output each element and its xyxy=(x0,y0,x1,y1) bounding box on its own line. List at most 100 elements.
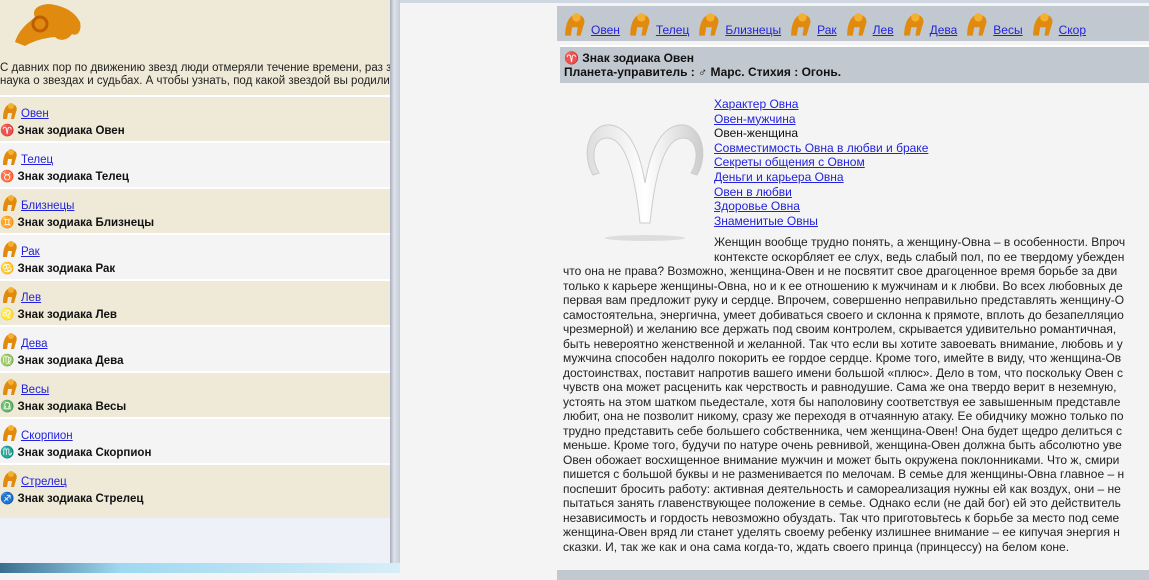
sign-link[interactable]: Телец xyxy=(21,154,53,166)
left-window: С давних пор по движению звезд люди отме… xyxy=(0,0,390,563)
sign-label: ♉ Знак зодиака Телец xyxy=(0,171,129,183)
article-link[interactable]: Совместимость Овна в любви и браке xyxy=(714,141,928,155)
nav-link[interactable]: Близнецы xyxy=(725,23,781,37)
nav-link[interactable]: Весы xyxy=(993,23,1022,37)
zodiac-sign-icon[interactable] xyxy=(787,9,815,37)
sign-label: ♋ Знак зодиака Рак xyxy=(0,263,116,275)
aries-symbol-icon xyxy=(586,124,704,241)
sign-label: ♐ Знак зодиака Стрелец xyxy=(0,493,144,505)
nav-item-6[interactable]: Весы xyxy=(963,9,1023,37)
article-text: Женщин вообще трудно понять, а женщину-О… xyxy=(563,235,1149,554)
text-line: поспешит бросить работу: активная деятел… xyxy=(563,481,1121,496)
sign-title-box: ♈ Знак зодиака Овен Планета-управитель :… xyxy=(560,45,1149,83)
text-line: самостоятельна, энергична, умеет добиват… xyxy=(563,307,1124,322)
sign-link[interactable]: Овен xyxy=(21,108,49,120)
sign-row-4: Лев ♌ Знак зодиака Лев xyxy=(0,279,390,325)
sign-link[interactable]: Лев xyxy=(21,292,41,304)
zodiac-sign-icon[interactable] xyxy=(0,467,20,489)
zodiac-nav-bar: Овен Телец Близнецы Рак Лев Дева Весы Скор xyxy=(557,6,1149,41)
sign-label: ♊ Знак зодиака Близнецы xyxy=(0,217,155,229)
sign-row-5: Дева ♍ Знак зодиака Дева xyxy=(0,325,390,371)
sign-link[interactable]: Близнецы xyxy=(21,200,74,212)
text-line: женщина-Овен вряд ли станет уделять свое… xyxy=(563,525,1120,539)
sign-row-6: Весы ♎ Знак зодиака Весы xyxy=(0,371,390,417)
sign-row-1: Телец ♉ Знак зодиака Телец xyxy=(0,141,390,187)
zodiac-sign-icon[interactable] xyxy=(0,283,20,305)
nav-item-0[interactable]: Овен xyxy=(561,9,620,37)
article-link[interactable]: Секреты общения с Овном xyxy=(714,155,865,169)
zodiac-sign-icon[interactable] xyxy=(0,99,20,121)
article-link[interactable]: Овен в любви xyxy=(714,185,792,199)
nav-item-3[interactable]: Рак xyxy=(787,9,837,37)
sign-label: ♎ Знак зодиака Весы xyxy=(0,401,127,413)
zodiac-sign-icon[interactable] xyxy=(0,421,20,443)
sign-row-0: Овен ♈ Знак зодиака Овен xyxy=(0,95,390,141)
sign-link[interactable]: Скорпион xyxy=(21,430,73,442)
article-link[interactable]: Здоровье Овна xyxy=(714,199,800,213)
article-link[interactable]: Деньги и карьера Овна xyxy=(714,170,844,184)
text-line: Женщин вообще трудно понять, а женщину-О… xyxy=(714,235,1126,249)
sign-link[interactable]: Рак xyxy=(21,246,40,258)
zodiac-sign-icon[interactable] xyxy=(0,237,20,259)
taskbar xyxy=(0,563,400,573)
left-empty-area xyxy=(0,518,390,563)
text-line: независимость и гордость невозможно обуз… xyxy=(563,510,1120,525)
text-line: что она не права? Возможно, женщина-Овен… xyxy=(563,264,1118,278)
article-link[interactable]: Характер Овна xyxy=(714,97,798,111)
text-line: Овен обожает восхищенное внимание мужчин… xyxy=(563,452,1120,467)
article-link[interactable]: Знаменитые Овны xyxy=(714,214,818,228)
text-line: контексте оскорбляет ее слух, ведь слабы… xyxy=(714,249,1125,264)
current-page-label: Овен-женщина xyxy=(714,126,799,141)
zodiac-sign-icon[interactable] xyxy=(561,9,589,37)
sign-row-7: Скорпион ♏ Знак зодиака Скорпион xyxy=(0,417,390,463)
zodiac-sign-icon[interactable] xyxy=(0,145,20,167)
zodiac-sign-icon[interactable] xyxy=(0,191,20,213)
text-line: трудно представить себе большего собстве… xyxy=(563,423,1123,438)
sign-row-3: Рак ♋ Знак зодиака Рак xyxy=(0,233,390,279)
zodiac-sign-icon[interactable] xyxy=(1029,9,1057,37)
sign-link[interactable]: Весы xyxy=(21,384,49,396)
text-line: устоять на этом шатком пьедестале, хотя … xyxy=(563,394,1121,409)
nav-item-1[interactable]: Телец xyxy=(626,9,689,37)
nav-link[interactable]: Лев xyxy=(873,23,894,37)
article-link[interactable]: Овен-мужчина xyxy=(714,112,796,126)
text-line: чрезмерной) и желанию все держать под св… xyxy=(563,322,1117,336)
text-line: первая вам предложит руку и сердце. Впро… xyxy=(563,293,1125,307)
sign-label: ♍ Знак зодиака Дева xyxy=(0,355,124,367)
nav-item-5[interactable]: Дева xyxy=(900,9,958,37)
sign-label: ♈ Знак зодиака Овен xyxy=(0,125,125,137)
sign-link[interactable]: Дева xyxy=(21,338,48,350)
sign-link[interactable]: Стрелец xyxy=(21,476,67,488)
footer-bar xyxy=(557,570,1149,580)
nav-item-2[interactable]: Близнецы xyxy=(695,9,781,37)
sign-label: ♏ Знак зодиака Скорпион xyxy=(0,447,152,459)
text-line: достоинствах, поставит напротив вашего и… xyxy=(563,365,1124,380)
zodiac-sign-icon[interactable] xyxy=(900,9,928,37)
sign-row-8: Стрелец ♐ Знак зодиака Стрелец xyxy=(0,463,390,509)
text-line: быть невероятно женственной и желанной. … xyxy=(563,336,1123,351)
nav-link[interactable]: Дева xyxy=(930,23,958,37)
nav-link[interactable]: Телец xyxy=(656,23,689,37)
window-border[interactable] xyxy=(390,0,400,573)
nav-link[interactable]: Рак xyxy=(817,23,837,37)
zodiac-sign-icon[interactable] xyxy=(0,329,20,351)
nav-link[interactable]: Овен xyxy=(591,23,620,37)
text-line: пишется с большой буквы и не разменивает… xyxy=(563,467,1125,481)
zodiac-sign-icon[interactable] xyxy=(843,9,871,37)
zodiac-sign-icon[interactable] xyxy=(963,9,991,37)
intro-text: С давних пор по движению звезд люди отме… xyxy=(0,62,390,87)
text-line: меньше. Кроме того, будучи по натуре оче… xyxy=(563,438,1122,452)
zodiac-sign-icon[interactable] xyxy=(0,375,20,397)
text-line: пытаться занять главенствующее положение… xyxy=(563,496,1121,510)
sign-planet-element: Планета-управитель : ♂ Марс. Стихия : Ог… xyxy=(564,65,842,79)
sign-title: ♈ Знак зодиака Овен xyxy=(564,51,695,65)
zodiac-sign-icon[interactable] xyxy=(695,9,723,37)
text-line: любит, она не позволит никому, сразу же … xyxy=(563,409,1124,423)
nav-link[interactable]: Скор xyxy=(1059,23,1086,37)
nav-item-7[interactable]: Скор xyxy=(1029,9,1086,37)
text-line: чувств она может расценить как черствост… xyxy=(563,380,1117,394)
capricorn-logo-icon xyxy=(15,4,81,46)
sign-label: ♌ Знак зодиака Лев xyxy=(0,309,117,321)
zodiac-sign-icon[interactable] xyxy=(626,9,654,37)
nav-item-4[interactable]: Лев xyxy=(843,9,894,37)
